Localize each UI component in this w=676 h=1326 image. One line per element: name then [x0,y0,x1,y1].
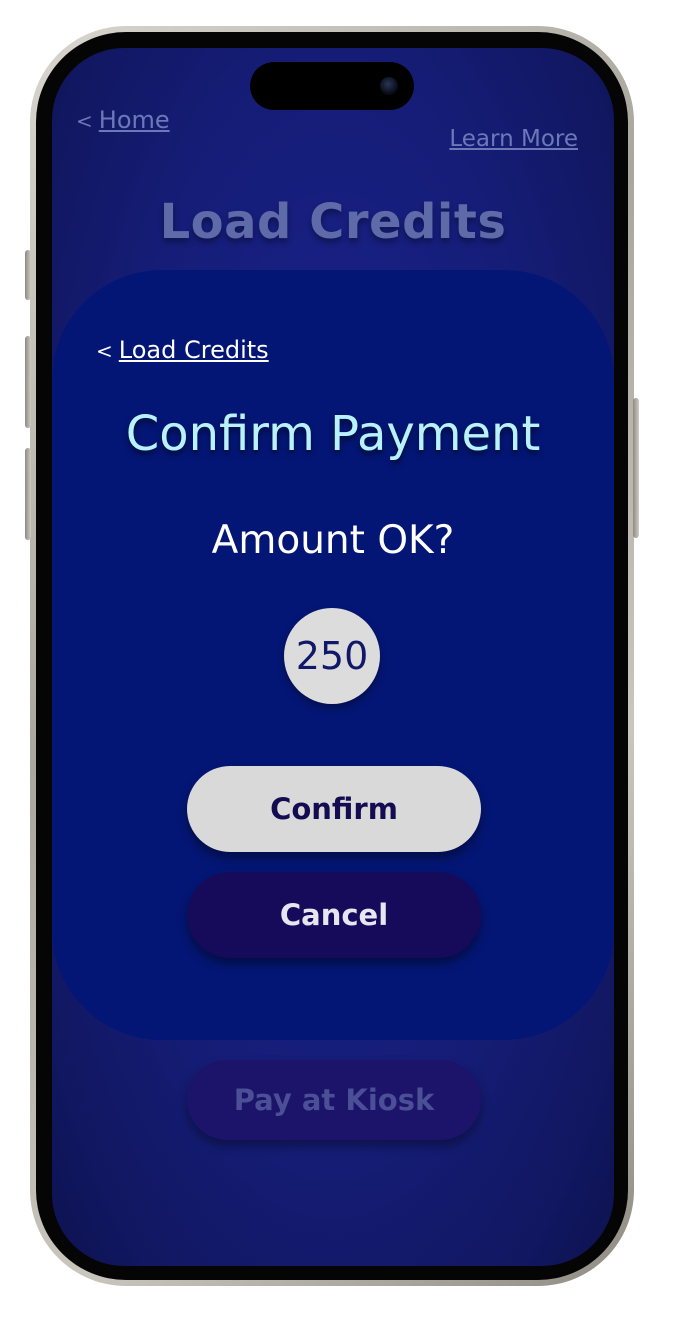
camera-icon [380,77,398,95]
volume-up-button [25,336,31,428]
modal-back-link[interactable]: < Load Credits [96,336,269,364]
back-chevron-icon: < [76,109,93,133]
amount-badge: 250 [284,608,380,704]
modal-back-label: Load Credits [118,336,269,364]
cancel-button[interactable]: Cancel [187,872,481,958]
amount-question: Amount OK? [211,518,455,563]
power-button [633,398,639,538]
page-title: Load Credits [159,194,507,250]
action-button [25,250,31,300]
home-link[interactable]: < Home [76,106,170,134]
pay-at-kiosk-button[interactable]: Pay at Kiosk [187,1060,481,1140]
back-chevron-icon: < [96,339,113,363]
home-link-label: Home [98,106,170,134]
confirm-payment-modal: < Load Credits Confirm Payment Amount OK?… [52,270,614,1040]
dynamic-island [250,62,414,110]
modal-title: Confirm Payment [125,406,541,462]
volume-down-button [25,448,31,540]
learn-more-link[interactable]: Learn More [449,126,578,152]
phone-screen: < Home Learn More Load Credits < Load Cred… [52,48,614,1266]
confirm-button[interactable]: Confirm [187,766,481,852]
